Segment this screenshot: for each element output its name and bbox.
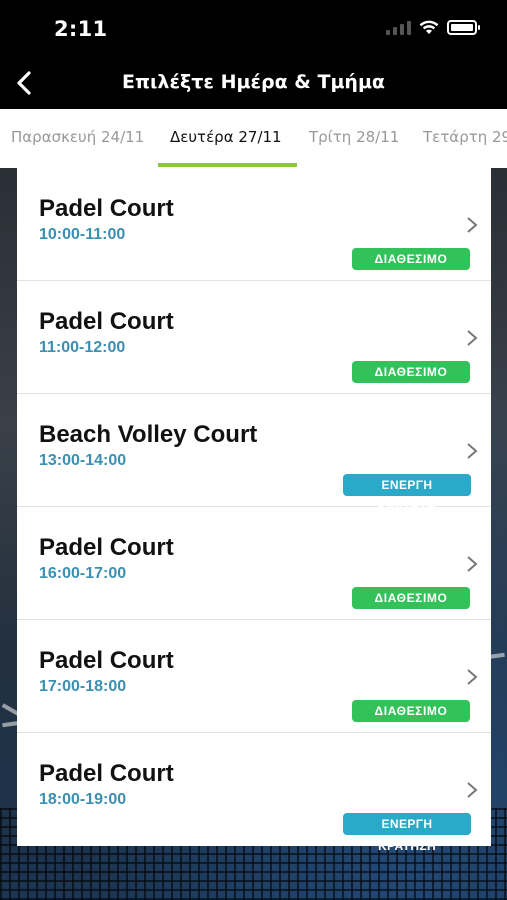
court-name: Padel Court [39, 760, 174, 787]
slot-time: 18:00-19:00 [39, 791, 127, 808]
slot-row[interactable]: Padel Court 10:00-11:00 ΔΙΑΘΕΣΙΜΟ [17, 168, 491, 281]
slot-time: 10:00-11:00 [39, 226, 126, 243]
status-icons [386, 20, 480, 35]
tab-day-active[interactable]: Δευτέρα 27/11 [170, 109, 282, 168]
court-name: Beach Volley Court [39, 421, 258, 448]
tab-day[interactable]: Τετάρτη 29/11 [423, 109, 507, 168]
tab-day[interactable]: Τρίτη 28/11 [309, 109, 399, 168]
slot-row[interactable]: Padel Court 16:00-17:00 ΔΙΑΘΕΣΙΜΟ [17, 507, 491, 620]
status-badge: ΔΙΑΘΕΣΙΜΟ [352, 587, 470, 609]
slot-row[interactable]: Padel Court 18:00-19:00 ΕΝΕΡΓΗ ΚΡΑΤΗΣΗ [17, 733, 491, 853]
tab-day[interactable]: Παρασκευή 24/11 [11, 109, 144, 168]
cellular-signal-icon [386, 20, 411, 35]
status-badge: ΔΙΑΘΕΣΙΜΟ [352, 361, 470, 383]
court-name: Padel Court [39, 647, 174, 674]
slot-list: Padel Court 10:00-11:00 ΔΙΑΘΕΣΙΜΟ Padel … [17, 168, 491, 853]
status-time: 2:11 [54, 17, 108, 41]
battery-icon [447, 20, 480, 35]
chevron-right-icon [467, 669, 478, 685]
status-badge: ΔΙΑΘΕΣΙΜΟ [352, 700, 470, 722]
slot-time: 17:00-18:00 [39, 678, 127, 695]
nav-bar: Επιλέξτε Ημέρα & Τμήμα [0, 58, 507, 109]
court-name: Padel Court [39, 308, 174, 335]
chevron-right-icon [467, 330, 478, 346]
wifi-icon [419, 20, 439, 34]
status-bar: 2:11 [0, 0, 507, 58]
status-badge: ΕΝΕΡΓΗ ΚΡΑΤΗΣΗ [343, 813, 471, 853]
court-name: Padel Court [39, 534, 174, 561]
chevron-right-icon [467, 556, 478, 572]
court-name: Padel Court [39, 195, 174, 222]
chevron-right-icon [467, 217, 478, 233]
slot-row[interactable]: Padel Court 11:00-12:00 ΔΙΑΘΕΣΙΜΟ [17, 281, 491, 394]
slot-time: 11:00-12:00 [39, 339, 126, 356]
status-badge: ΕΝΕΡΓΗ ΚΡΑΤΗΣΗ [343, 474, 471, 514]
chevron-right-icon [467, 782, 478, 798]
slot-row[interactable]: Padel Court 17:00-18:00 ΔΙΑΘΕΣΙΜΟ [17, 620, 491, 733]
active-tab-indicator [158, 163, 297, 167]
slot-row[interactable]: Beach Volley Court 13:00-14:00 ΕΝΕΡΓΗ ΚΡ… [17, 394, 491, 514]
slot-time: 13:00-14:00 [39, 452, 127, 469]
day-tabs: Παρασκευή 24/11 Δευτέρα 27/11 Τρίτη 28/1… [0, 109, 507, 168]
page-title: Επιλέξτε Ημέρα & Τμήμα [122, 71, 385, 93]
slot-time: 16:00-17:00 [39, 565, 127, 582]
status-badge: ΔΙΑΘΕΣΙΜΟ [352, 248, 470, 270]
chevron-right-icon [467, 443, 478, 459]
